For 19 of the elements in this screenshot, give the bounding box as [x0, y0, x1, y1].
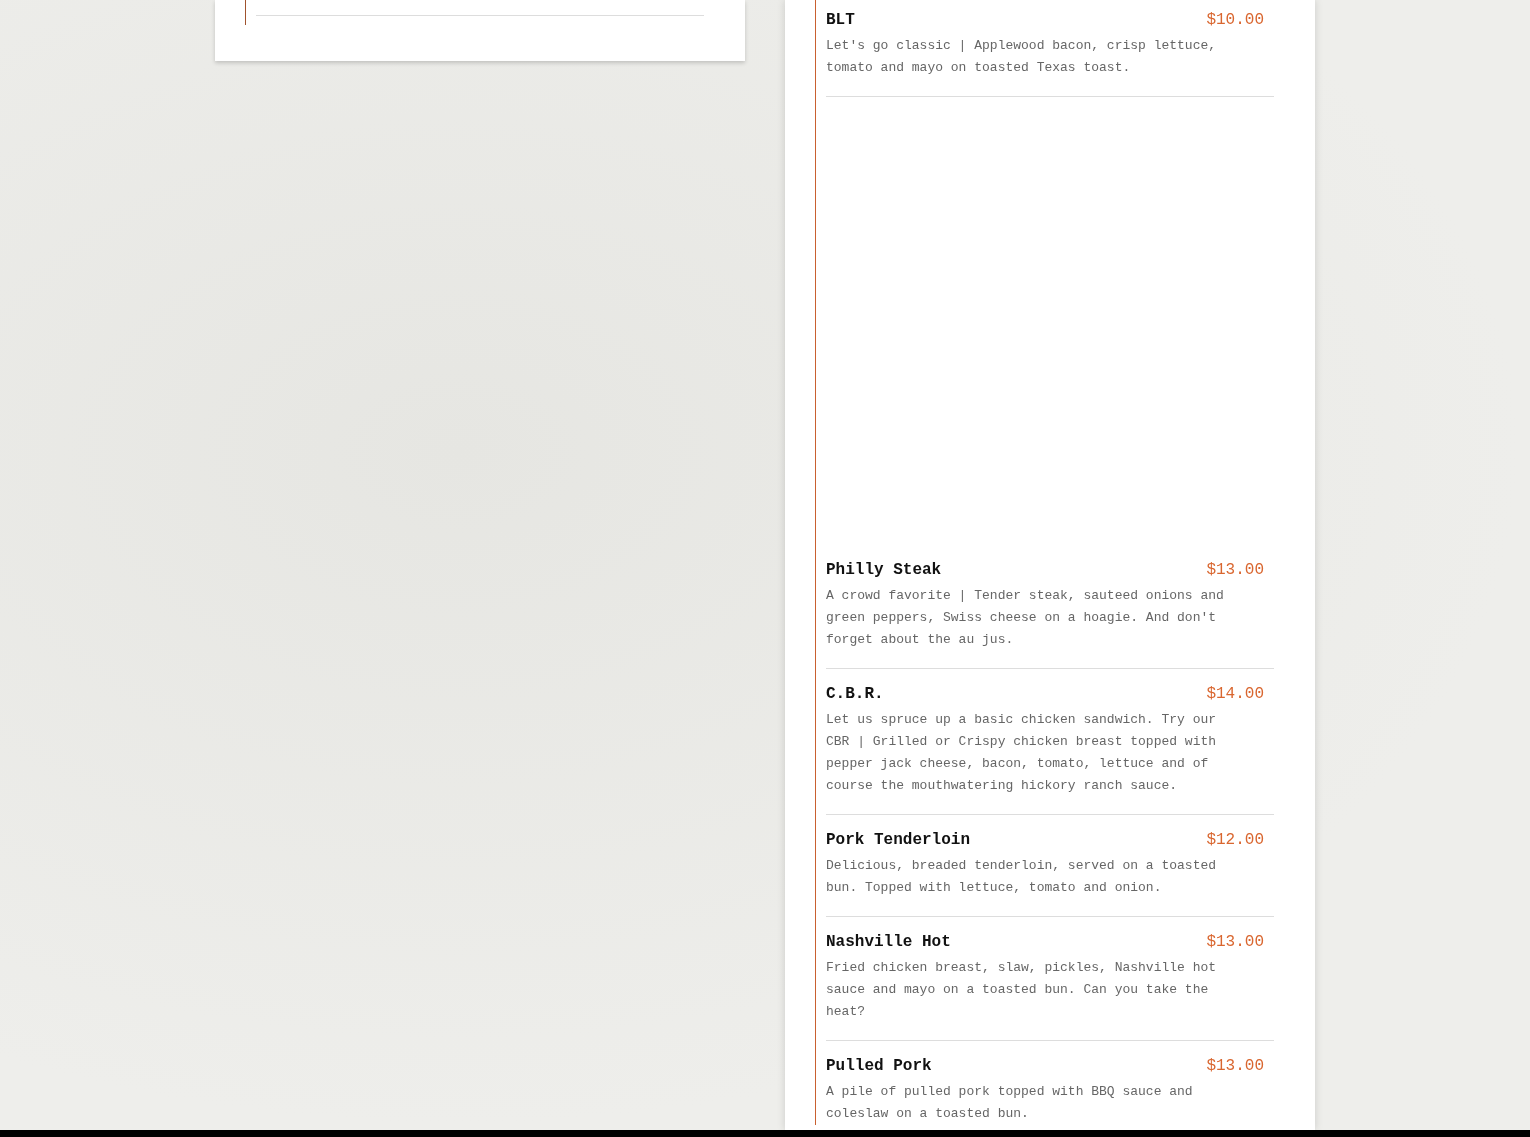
item-description: Fried chicken breast, slaw, pickles, Nashville hot sauce and mayo on a toasted bun. Can you take the heat?: [826, 959, 1218, 1021]
accent-line: [245, 0, 246, 25]
item-name: C.B.R.: [826, 685, 884, 703]
item-price: $10.00: [1206, 11, 1264, 29]
item-name: Pork Tenderloin: [826, 831, 971, 849]
item-price: $14.00: [1206, 685, 1264, 703]
item-description: Let's go classic | Applewood bacon, crisp lettuce, tomato and mayo on toasted Texas toast.: [826, 37, 1218, 77]
item-name: Philly Steak: [826, 561, 942, 579]
item-name: Pulled Pork: [826, 1057, 932, 1075]
item-description: A crowd favorite | Tender steak, sauteed onions and green peppers, Swiss cheese on a hoagie. And don't forget about the au jus.: [826, 587, 1225, 649]
item-name: Nashville Hot: [826, 933, 951, 951]
item-price: $13.00: [1206, 561, 1264, 579]
item-description: Delicious, breaded tenderloin, served on a toasted bun. Topped with lettuce, tomato and onion.: [826, 857, 1218, 897]
item-price: $13.00: [1206, 933, 1264, 951]
item-price: $13.00: [1206, 1057, 1264, 1075]
item-price: $12.00: [1206, 831, 1264, 849]
item-name: BLT: [826, 11, 855, 29]
item-description: A pile of pulled pork topped with BBQ sauce and coleslaw on a toasted bun.: [826, 1083, 1194, 1123]
item-description: Let us spruce up a basic chicken sandwich. Try our CBR | Grilled or Crispy chicken breast topped with pepper jack cheese, bacon, tomato, lettuce and of course the mouthwatering hickory ranch sauce.: [826, 711, 1218, 795]
